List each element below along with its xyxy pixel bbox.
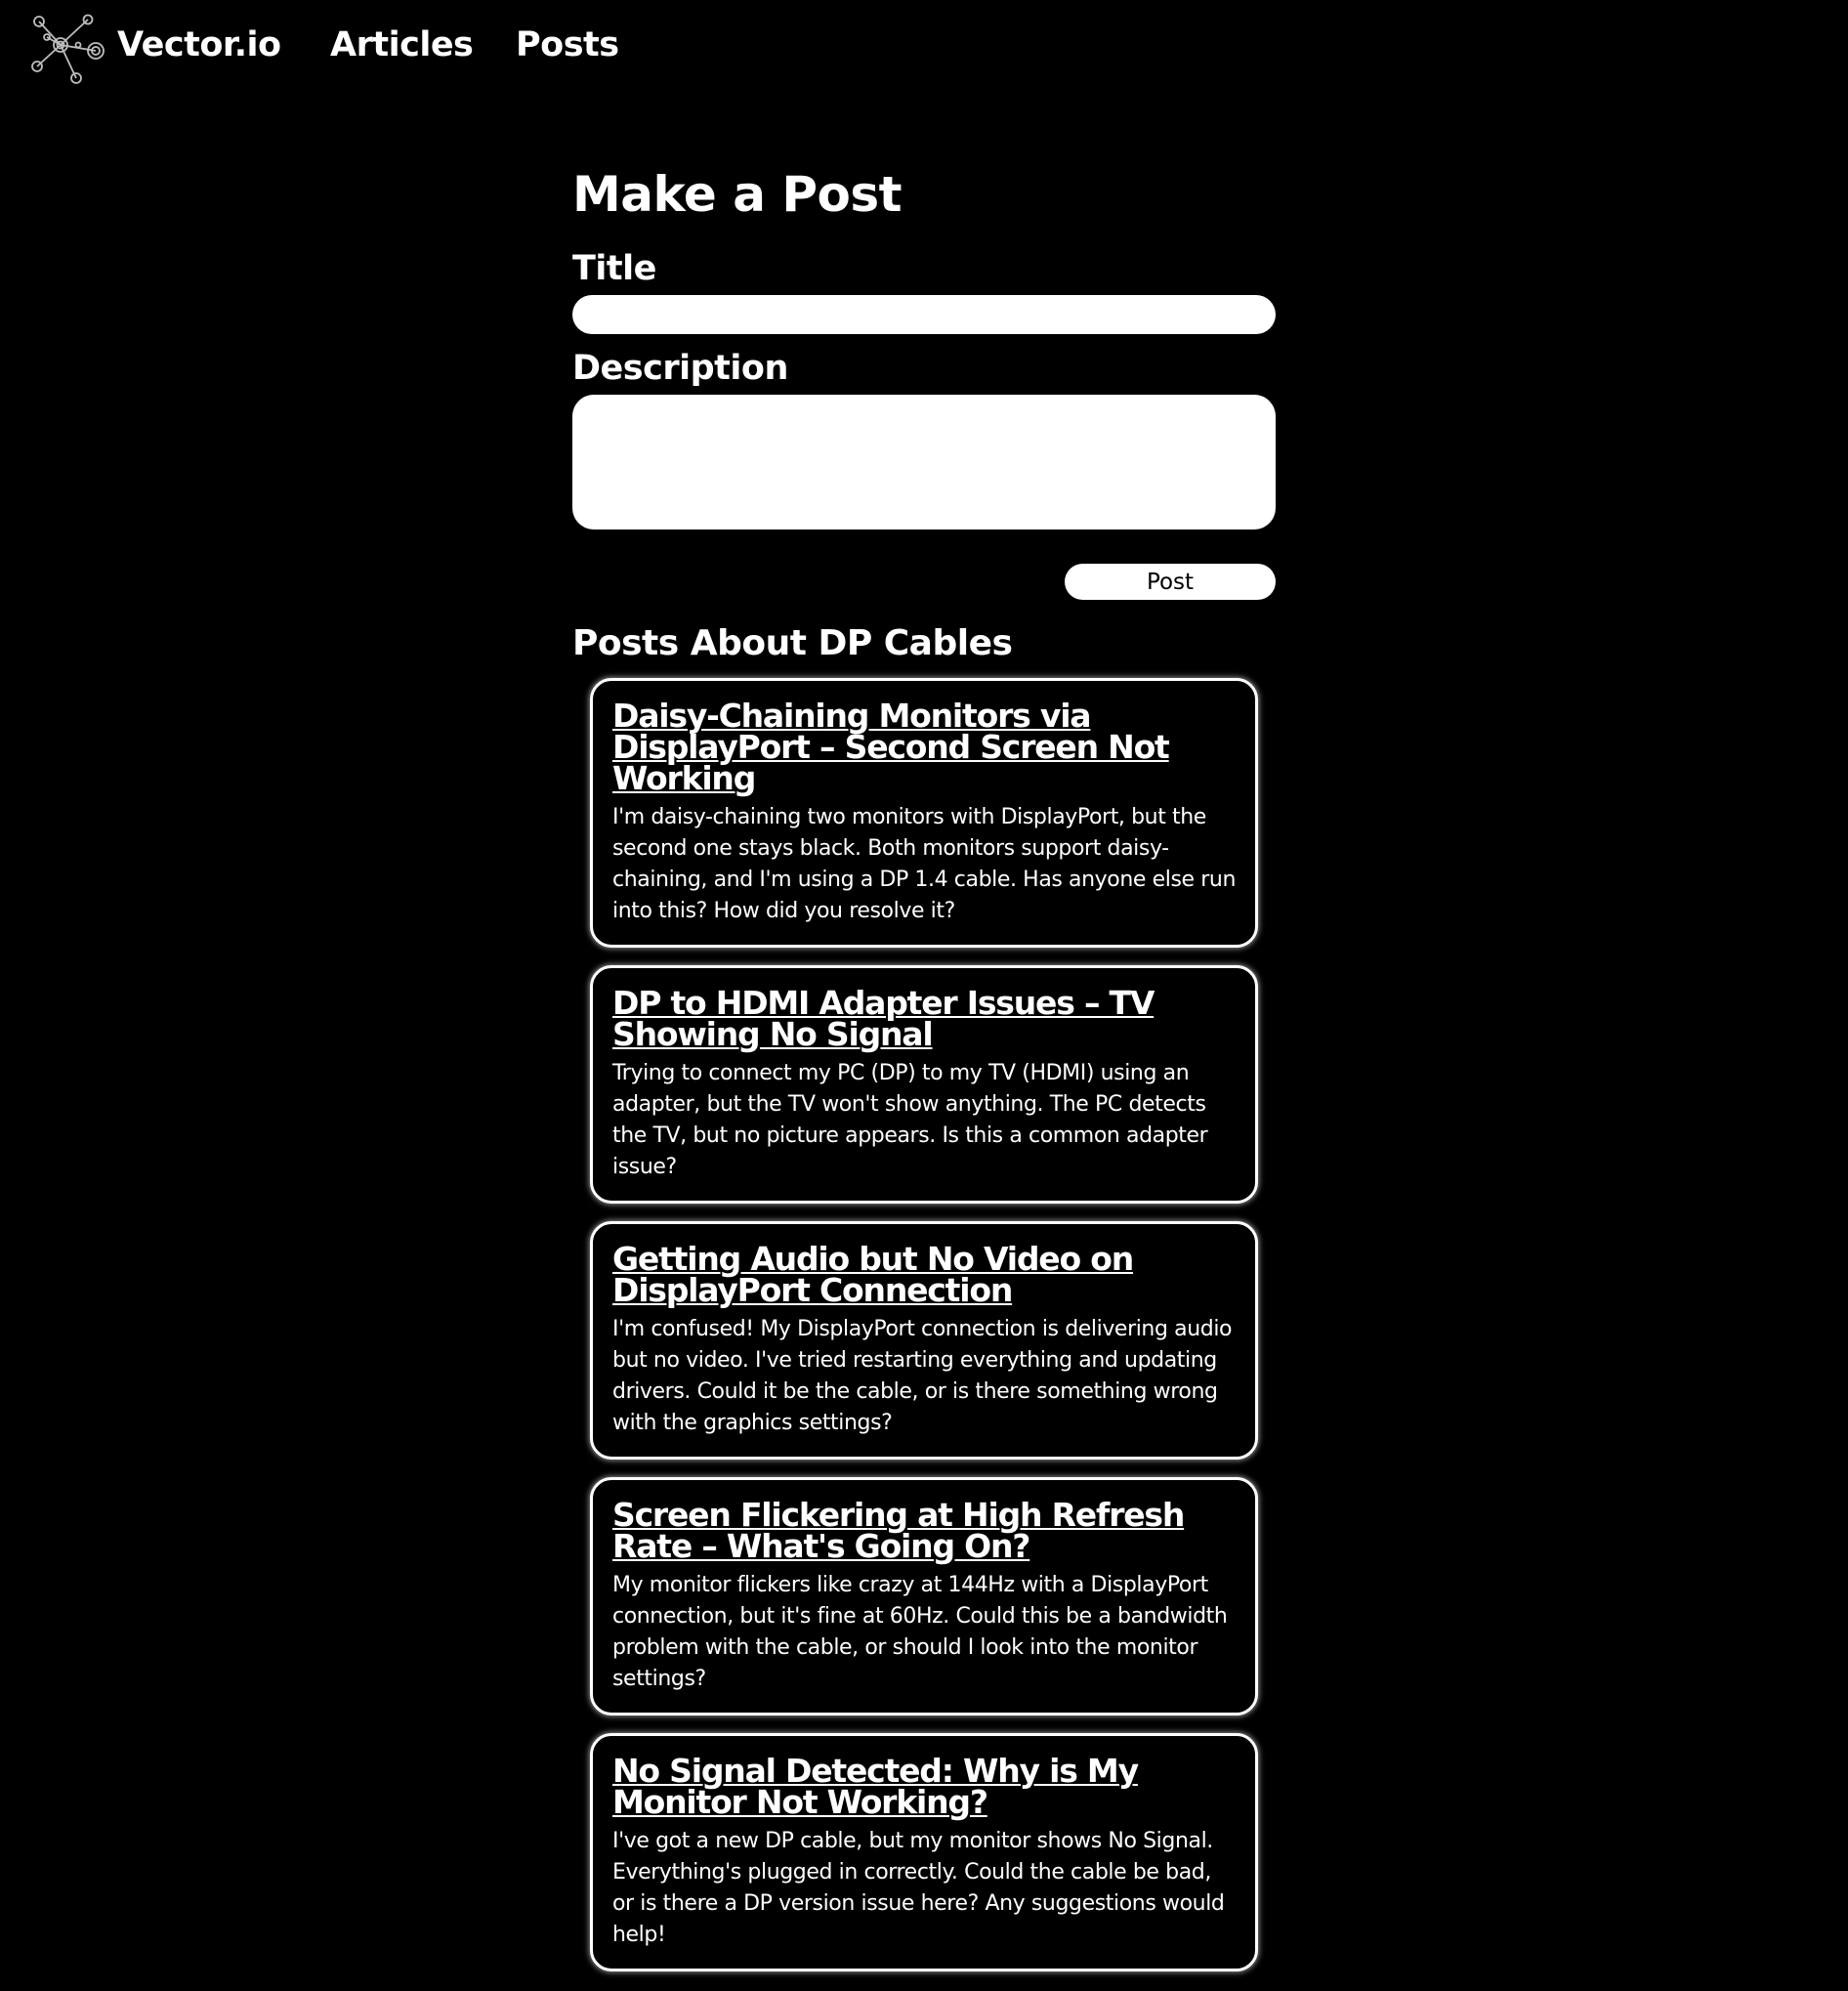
nav-articles-link[interactable]: Articles: [330, 25, 474, 64]
post-card: DP to HDMI Adapter Issues – TV Showing N…: [590, 965, 1258, 1204]
post-title-link[interactable]: Screen Flickering at High Refresh Rate –…: [612, 1499, 1236, 1562]
description-label: Description: [572, 349, 788, 388]
post-card: Screen Flickering at High Refresh Rate –…: [590, 1477, 1258, 1716]
post-title-link[interactable]: Daisy-Chaining Monitors via DisplayPort …: [612, 699, 1236, 794]
description-input[interactable]: [572, 395, 1276, 530]
posts-section-heading: Posts About DP Cables: [572, 623, 1013, 663]
network-logo-icon[interactable]: [27, 10, 111, 88]
page-title: Make a Post: [572, 166, 903, 223]
nav-posts-link[interactable]: Posts: [516, 25, 619, 64]
post-title-link[interactable]: DP to HDMI Adapter Issues – TV Showing N…: [612, 987, 1236, 1050]
post-title-link[interactable]: Getting Audio but No Video on DisplayPor…: [612, 1243, 1236, 1306]
post-card: Getting Audio but No Video on DisplayPor…: [590, 1221, 1258, 1460]
post-body: Trying to connect my PC (DP) to my TV (H…: [612, 1061, 1208, 1179]
post-body: My monitor flickers like crazy at 144Hz …: [612, 1573, 1228, 1691]
post-title-link[interactable]: No Signal Detected: Why is My Monitor No…: [612, 1755, 1236, 1818]
post-body: I'm daisy-chaining two monitors with Dis…: [612, 805, 1237, 923]
brand-link[interactable]: Vector.io: [117, 25, 281, 64]
top-navigation: Vector.io Articles Posts: [0, 0, 1848, 102]
post-card: No Signal Detected: Why is My Monitor No…: [590, 1733, 1258, 1971]
post-list: Daisy-Chaining Monitors via DisplayPort …: [590, 678, 1258, 1989]
title-label: Title: [572, 249, 656, 288]
title-input[interactable]: [572, 295, 1276, 334]
post-card: Daisy-Chaining Monitors via DisplayPort …: [590, 678, 1258, 948]
post-body: I'm confused! My DisplayPort connection …: [612, 1317, 1233, 1435]
post-submit-button[interactable]: Post: [1065, 564, 1276, 600]
post-body: I've got a new DP cable, but my monitor …: [612, 1829, 1225, 1947]
